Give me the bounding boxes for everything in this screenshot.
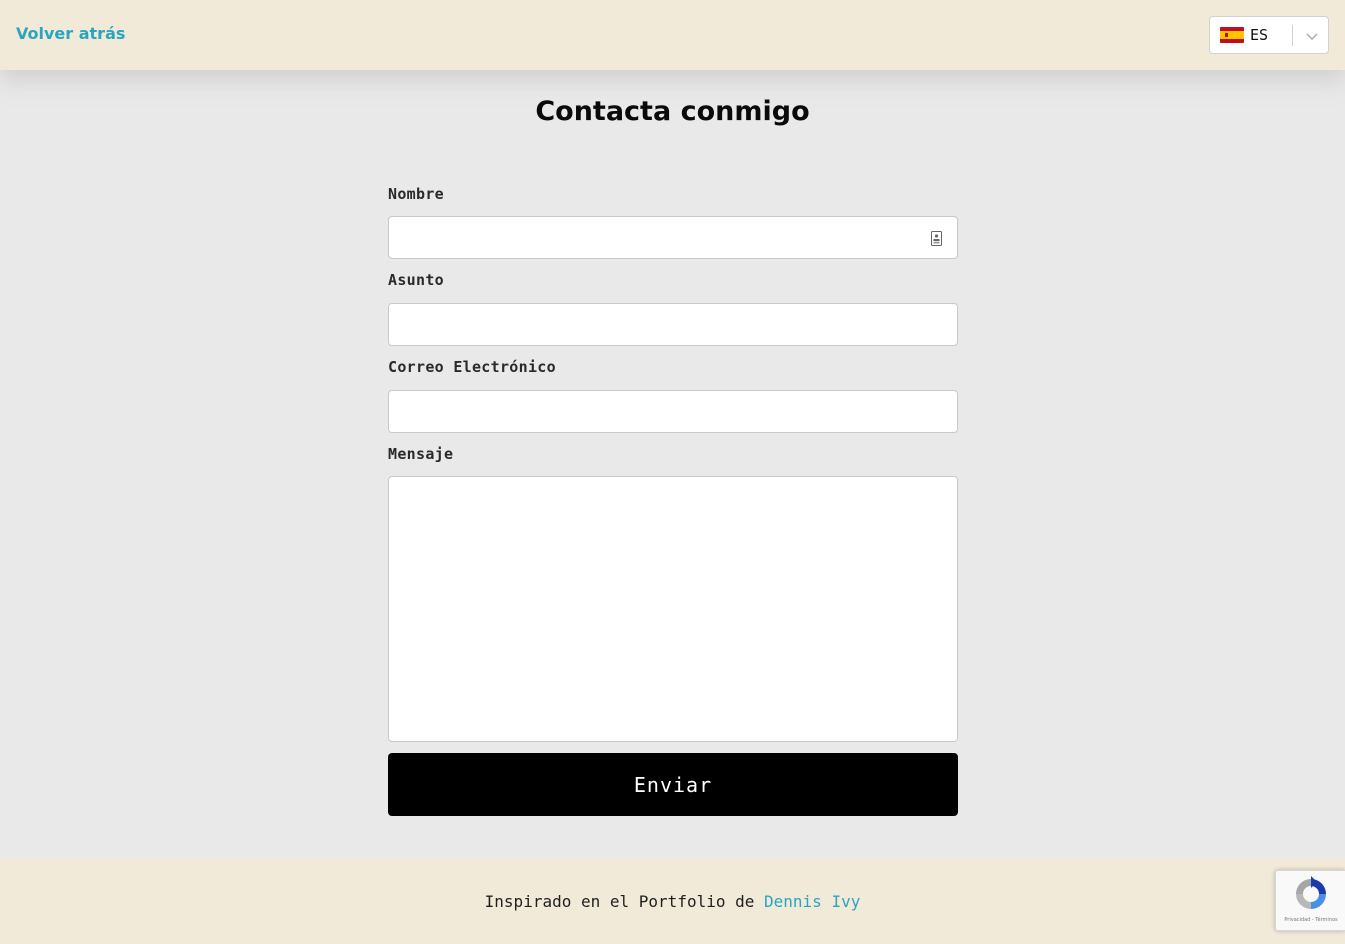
submit-button[interactable]: Enviar — [388, 753, 958, 816]
name-label: Nombre — [388, 185, 444, 203]
language-select-divider — [1292, 25, 1293, 46]
footer-credit: Inspirado en el Portfolio de Dennis Ivy — [0, 892, 1345, 911]
message-textarea[interactable] — [388, 476, 958, 742]
top-bar: Volver atrás ES — [0, 0, 1345, 70]
recaptcha-badge[interactable]: Privacidad - Términos — [1275, 870, 1345, 931]
email-label: Correo Electrónico — [388, 358, 556, 376]
recaptcha-terms-link[interactable]: Términos — [1315, 917, 1337, 923]
recaptcha-privacy-link[interactable]: Privacidad — [1284, 917, 1310, 923]
dennis-ivy-link[interactable]: Dennis Ivy — [764, 892, 860, 911]
email-input[interactable] — [388, 390, 958, 433]
spain-flag-icon — [1220, 27, 1244, 43]
footer-credit-text: Inspirado en el Portfolio de — [484, 892, 755, 911]
contact-card-icon[interactable] — [931, 231, 942, 246]
chevron-down-icon[interactable] — [1304, 28, 1320, 44]
recaptcha-icon — [1292, 875, 1330, 913]
back-link[interactable]: Volver atrás — [16, 24, 125, 43]
subject-input[interactable] — [388, 303, 958, 346]
language-code: ES — [1250, 26, 1269, 44]
page-title: Contacta conmigo — [535, 96, 810, 127]
footer: Inspirado en el Portfolio de Dennis Ivy — [0, 858, 1345, 944]
language-select[interactable]: ES — [1209, 16, 1329, 54]
message-label: Mensaje — [388, 445, 454, 463]
subject-label: Asunto — [388, 271, 444, 289]
name-input[interactable] — [388, 216, 958, 259]
recaptcha-links: Privacidad - Términos — [1276, 917, 1345, 923]
